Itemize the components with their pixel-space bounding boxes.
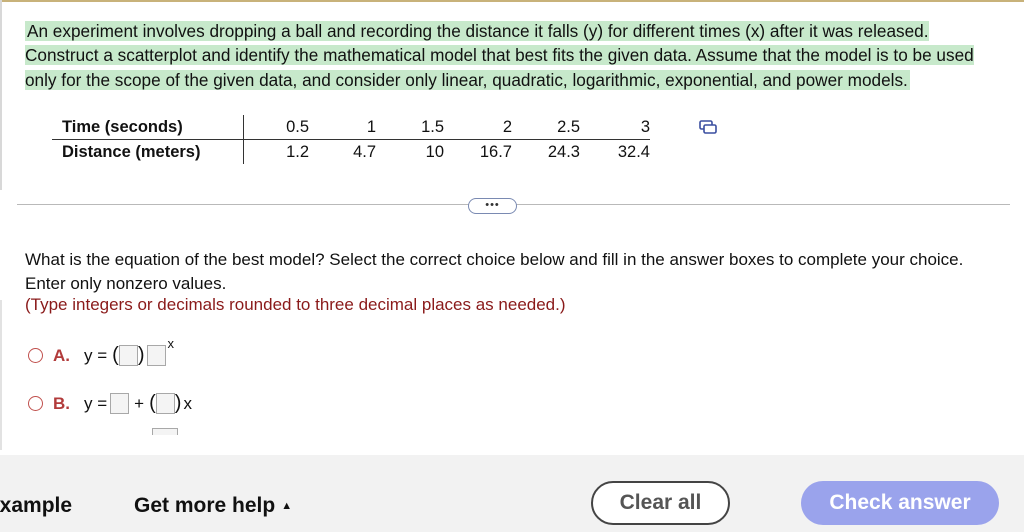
- choice-b-lhs: y =: [84, 393, 108, 413]
- row-label-distance: Distance (meters): [52, 139, 244, 164]
- choice-b-slope-input[interactable]: [155, 393, 175, 414]
- left-border: [0, 0, 2, 190]
- choice-b-radio[interactable]: [28, 396, 43, 411]
- distance-cell: 10: [425, 142, 444, 161]
- view-example-link[interactable]: example: [0, 494, 72, 518]
- time-cell: 1.5: [376, 115, 444, 140]
- choice-a-radio[interactable]: [28, 348, 43, 363]
- top-border: [0, 0, 1024, 2]
- time-cell: 1: [309, 115, 376, 140]
- rounding-instruction: (Type integers or decimals rounded to th…: [25, 295, 566, 314]
- plus-sign: +: [134, 393, 145, 413]
- time-cell: 3: [580, 115, 650, 140]
- clear-all-button[interactable]: Clear all: [591, 481, 730, 525]
- distance-cell: 32.4: [617, 142, 650, 161]
- choice-a-base-input[interactable]: [146, 345, 166, 366]
- choice-a-exponent: x: [167, 336, 175, 351]
- choice-b-letter: B.: [53, 393, 70, 413]
- caret-up-icon: ▲: [281, 500, 293, 512]
- question-highlight: An experiment involves dropping a ball a…: [25, 21, 974, 90]
- choice-a-lhs: y =: [84, 345, 108, 365]
- expand-more-button[interactable]: •••: [468, 198, 517, 214]
- open-paren: (: [112, 344, 119, 366]
- question-text: An experiment involves dropping a ball a…: [25, 19, 985, 92]
- choice-a[interactable]: A. y = ( ) x: [28, 336, 174, 367]
- table-row-time: Time (seconds) 0.5 1 1.5 2 2.5 3: [52, 115, 650, 140]
- distance-cell: 1.2: [286, 142, 309, 161]
- close-paren: ): [174, 392, 182, 414]
- choice-b-intercept-input[interactable]: [110, 393, 130, 414]
- distance-cell: 24.3: [547, 142, 580, 161]
- distance-cell: 4.7: [353, 142, 376, 161]
- time-cell: 0.5: [243, 115, 309, 140]
- close-paren: ): [137, 344, 145, 366]
- row-label-time: Time (seconds): [52, 115, 244, 140]
- open-paren: (: [149, 392, 156, 414]
- choice-a-coefficient-input[interactable]: [118, 345, 138, 366]
- choice-b[interactable]: B. y = + ( ) x: [28, 392, 192, 415]
- left-border-lower: [0, 300, 2, 450]
- choice-b-variable: x: [183, 393, 192, 413]
- distance-cell: 16.7: [479, 142, 512, 161]
- choice-a-letter: A.: [53, 345, 70, 365]
- time-cell: 2.5: [512, 115, 580, 140]
- partial-input-box[interactable]: [152, 428, 178, 435]
- table-row-distance: Distance (meters) 1.2 4.7 10 16.7 24.3 3…: [52, 139, 650, 164]
- check-answer-button[interactable]: Check answer: [801, 481, 999, 525]
- time-cell: 2: [444, 115, 512, 140]
- answer-prompt: What is the equation of the best model? …: [25, 250, 964, 293]
- get-more-help-link[interactable]: Get more help ▲: [134, 494, 292, 518]
- copy-data-icon[interactable]: [699, 120, 717, 134]
- data-table: Time (seconds) 0.5 1 1.5 2 2.5 3 Distanc…: [52, 115, 650, 164]
- help-label: Get more help: [134, 494, 276, 517]
